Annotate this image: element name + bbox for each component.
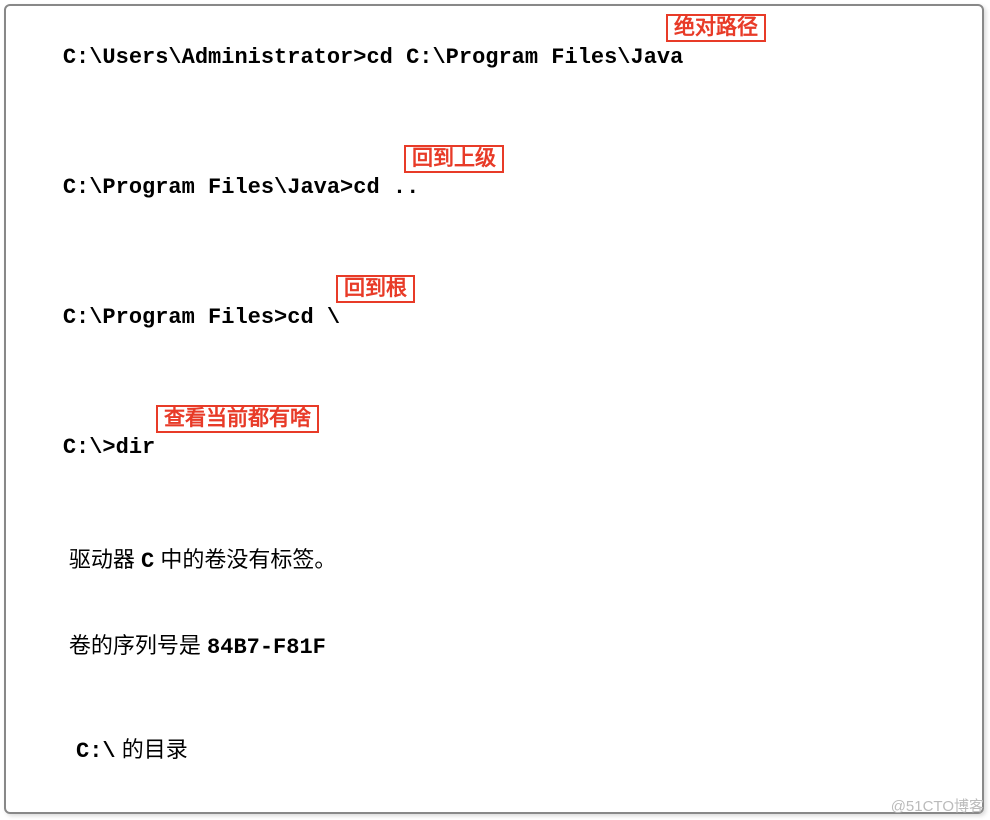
volume-text: 驱动器: [63, 547, 141, 572]
volume-drive: C: [141, 549, 154, 574]
cmd-text: C:\>dir: [63, 435, 155, 460]
prompt-line: C:\Program Files>cd \ 回到根: [6, 276, 982, 388]
prompt-line: C:\Users\Administrator>cd C:\Program Fil…: [6, 16, 982, 128]
serial-label: 卷的序列号是: [63, 633, 207, 658]
prompt-line: C:\>dir 查看当前都有啥: [6, 406, 982, 518]
annotation-absolute-path: 绝对路径: [666, 14, 766, 42]
row-date: 2017/09/29: [10, 812, 160, 814]
annotation-up-level: 回到上级: [404, 145, 504, 173]
terminal-window[interactable]: C:\Users\Administrator>cd C:\Program Fil…: [4, 4, 984, 814]
dir-path: C:\: [63, 739, 116, 764]
volume-serial-line: 卷的序列号是 84B7-F81F: [6, 604, 982, 690]
dir-label: 的目录: [116, 737, 188, 762]
volume-text: 中的卷没有标签。: [154, 547, 336, 572]
row-type: <DIR>: [260, 812, 450, 814]
watermark: @51CTO博客: [891, 795, 984, 816]
annotation-view-contents: 查看当前都有啥: [156, 405, 319, 433]
row-time: 15:26: [160, 812, 260, 814]
cmd-text: C:\Program Files\Java>cd ..: [63, 175, 419, 200]
directory-of-line: C:\ 的目录: [6, 708, 982, 794]
cmd-text: C:\Program Files>cd \: [63, 305, 340, 330]
annotation-to-root: 回到根: [336, 275, 415, 303]
cmd-text: C:\Users\Administrator>cd C:\Program Fil…: [63, 45, 684, 70]
volume-info-line: 驱动器 C 中的卷没有标签。: [6, 518, 982, 604]
listing-row: 2017/09/2915:26<DIR>apache-tomcat-7.0.82: [6, 812, 982, 814]
directory-listing: 2017/09/2915:26<DIR>apache-tomcat-7.0.82…: [6, 812, 982, 814]
prompt-line: C:\Program Files\Java>cd .. 回到上级: [6, 146, 982, 258]
serial-number: 84B7-F81F: [207, 635, 326, 660]
